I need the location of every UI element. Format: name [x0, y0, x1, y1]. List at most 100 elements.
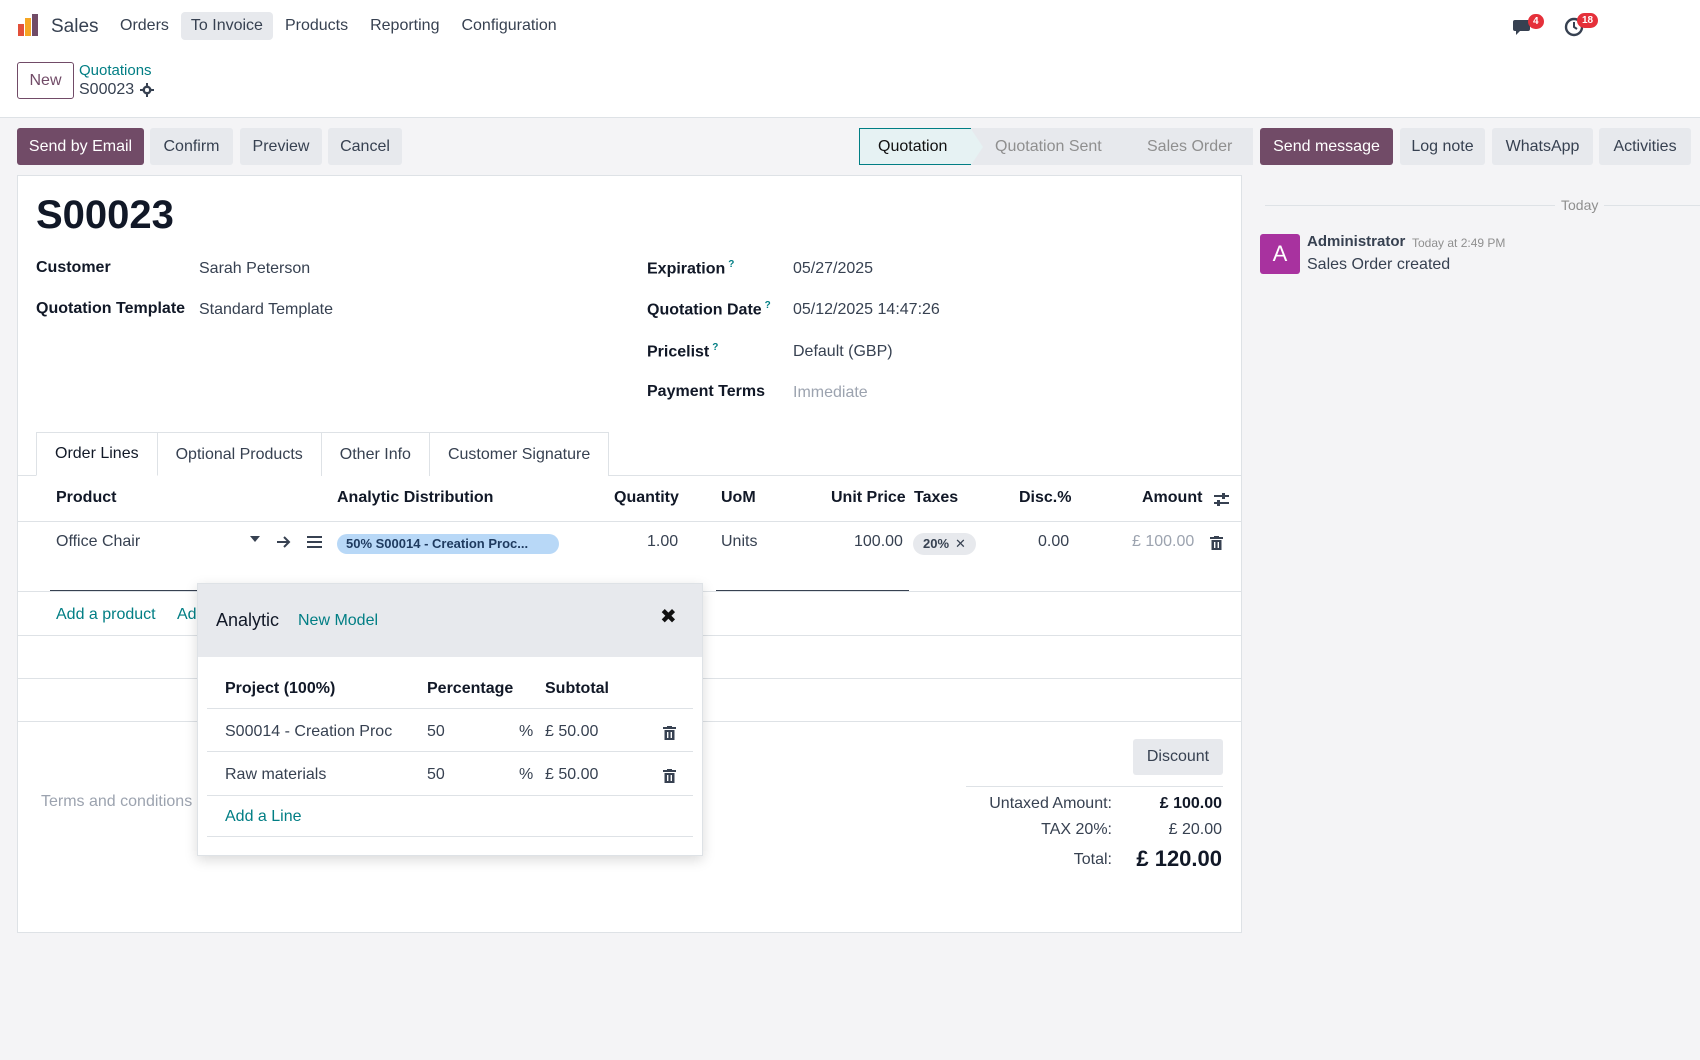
quotation-template-label: Quotation Template [36, 300, 186, 317]
message-time: Today at 2:49 PM [1412, 236, 1506, 250]
status-quotation-sent[interactable]: Quotation Sent [971, 128, 1135, 165]
quotation-date-field[interactable]: 05/12/2025 14:47:26 [793, 301, 940, 319]
menu-reporting[interactable]: Reporting [360, 12, 449, 40]
add-line-link[interactable]: Add a Line [225, 808, 302, 826]
untaxed-amount-value: £ 100.00 [1159, 795, 1222, 812]
menu-configuration[interactable]: Configuration [451, 12, 566, 40]
status-bar: Quotation Quotation Sent Sales Order [859, 128, 1253, 165]
breadcrumb-quotations[interactable]: Quotations [79, 62, 152, 79]
menu-icon[interactable] [307, 535, 322, 549]
expiration-field[interactable]: 05/27/2025 [793, 260, 873, 278]
new-model-link[interactable]: New Model [298, 612, 378, 630]
preview-button[interactable]: Preview [240, 128, 322, 165]
percent-unit: % [519, 723, 534, 740]
payment-terms-field[interactable]: Immediate [793, 384, 868, 402]
col-percentage: Percentage [427, 680, 514, 697]
app-name[interactable]: Sales [51, 16, 99, 38]
help-icon[interactable]: ? [712, 342, 718, 353]
col-amount[interactable]: Amount [1142, 489, 1202, 507]
discount-field[interactable]: 0.00 [1038, 533, 1069, 551]
confirm-button[interactable]: Confirm [150, 128, 233, 165]
col-taxes[interactable]: Taxes [914, 489, 958, 507]
totals-divider [966, 786, 1223, 787]
optional-columns-icon[interactable] [1213, 491, 1230, 508]
analytic-distribution-popup: Analytic New Model ✖ Project (100%) Perc… [197, 583, 703, 856]
analytic-account-field[interactable]: Raw materials [225, 766, 399, 784]
tax-tag[interactable]: 20% ✕ [913, 533, 976, 555]
avatar[interactable]: A [1260, 234, 1300, 274]
status-quotation[interactable]: Quotation [859, 128, 983, 165]
subtotal-value: £ 50.00 [545, 766, 599, 783]
col-unit-price[interactable]: Unit Price [831, 489, 906, 507]
close-icon[interactable]: ✖ [660, 604, 677, 629]
unit-price-field[interactable]: 100.00 [854, 533, 903, 551]
help-icon[interactable]: ? [728, 259, 734, 270]
uom-field[interactable]: Units [721, 533, 757, 551]
percentage-field[interactable]: 50 [427, 723, 445, 741]
status-label: Quotation [878, 137, 948, 155]
label-text: Pricelist [647, 343, 710, 361]
send-message-button[interactable]: Send message [1260, 128, 1393, 165]
message-author[interactable]: Administrator [1307, 233, 1405, 250]
whatsapp-button[interactable]: WhatsApp [1492, 128, 1593, 165]
sales-app-icon[interactable] [16, 14, 40, 38]
amount-field: £ 100.00 [1132, 533, 1195, 550]
tab-optional-products[interactable]: Optional Products [157, 432, 322, 476]
chevron-down-icon[interactable] [250, 536, 260, 542]
untaxed-amount-label: Untaxed Amount: [989, 795, 1112, 812]
arrow-right-icon[interactable] [276, 535, 291, 549]
discount-button[interactable]: Discount [1133, 739, 1223, 775]
product-field[interactable]: Office Chair [56, 533, 140, 551]
tab-customer-signature[interactable]: Customer Signature [429, 432, 610, 476]
help-icon[interactable]: ? [765, 300, 771, 311]
col-analytic-distribution[interactable]: Analytic Distribution [337, 489, 493, 507]
trash-icon[interactable] [1210, 536, 1223, 550]
gear-icon[interactable] [140, 83, 155, 97]
menu-to-invoice[interactable]: To Invoice [180, 12, 273, 40]
total-value: £ 120.00 [1136, 846, 1222, 871]
customer-field[interactable]: Sarah Peterson [199, 260, 310, 278]
close-icon[interactable]: ✕ [955, 533, 966, 555]
add-section-link[interactable]: Ad [177, 606, 197, 624]
payment-terms-label: Payment Terms [647, 383, 765, 400]
send-by-email-button[interactable]: Send by Email [17, 128, 144, 165]
message-body: Sales Order created [1307, 256, 1451, 273]
col-quantity[interactable]: Quantity [614, 489, 679, 507]
trash-icon[interactable] [663, 726, 676, 740]
menu-products[interactable]: Products [275, 12, 358, 40]
notebook-tabs: Order Lines Optional Products Other Info… [36, 432, 610, 476]
label-text: Quotation Date [647, 301, 762, 319]
tab-order-lines[interactable]: Order Lines [36, 432, 158, 476]
tax-label: TAX 20%: [1041, 821, 1112, 838]
activities-button[interactable]: Activities [1599, 128, 1691, 165]
menu-orders[interactable]: Orders [110, 12, 179, 40]
cancel-button[interactable]: Cancel [328, 128, 402, 165]
quantity-field[interactable]: 1.00 [647, 533, 678, 551]
col-uom[interactable]: UoM [721, 489, 756, 507]
add-product-link[interactable]: Add a product [56, 606, 156, 624]
tab-other-info[interactable]: Other Info [321, 432, 430, 476]
analytic-account-field[interactable]: S00014 - Creation Proc [225, 723, 399, 741]
date-label: Today [1555, 197, 1605, 213]
analytic-distribution-tag[interactable]: 50% S00014 - Creation Proc... [337, 534, 559, 554]
customer-label: Customer [36, 259, 111, 276]
activities-badge: 18 [1577, 13, 1599, 28]
percentage-field[interactable]: 50 [427, 766, 445, 784]
subtotal-value: £ 50.00 [545, 723, 599, 740]
quotation-template-field[interactable]: Standard Template [199, 301, 333, 319]
new-button[interactable]: New [17, 62, 74, 99]
expiration-label: Expiration? [647, 259, 734, 278]
col-product[interactable]: Product [56, 489, 116, 507]
popup-divider [207, 708, 693, 709]
main-menu: Orders To Invoice Products Reporting Con… [110, 12, 567, 40]
pricelist-field[interactable]: Default (GBP) [793, 343, 893, 361]
trash-icon[interactable] [663, 769, 676, 783]
record-name: S00023 [79, 81, 135, 98]
popup-divider [207, 795, 693, 796]
status-sales-order[interactable]: Sales Order [1123, 128, 1253, 165]
log-note-button[interactable]: Log note [1400, 128, 1485, 165]
messages-badge: 4 [1528, 14, 1544, 29]
popup-title: Analytic [216, 610, 280, 630]
terms-and-conditions-field[interactable]: Terms and conditions [41, 793, 192, 811]
col-discount[interactable]: Disc.% [1019, 489, 1071, 507]
